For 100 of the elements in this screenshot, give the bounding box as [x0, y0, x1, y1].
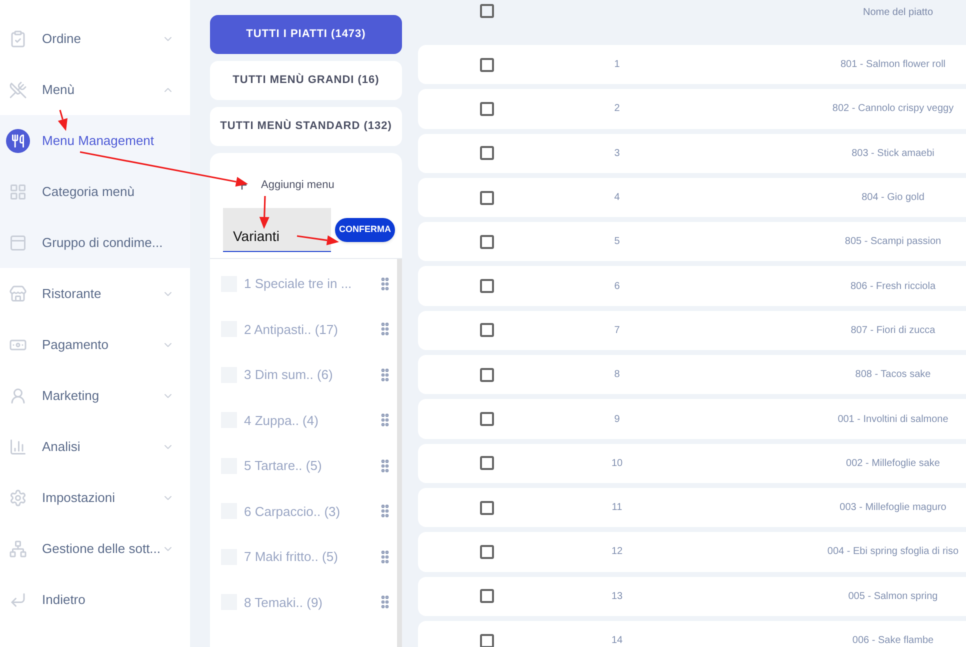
dish-name: 802 - Cannolo crispy veggy	[831, 102, 955, 116]
table-row[interactable]: 4 804 - Gio gold	[418, 178, 966, 218]
sidebar-label: Gestione delle sott...	[42, 540, 162, 558]
menu-label: 2 Antipasti.. (17)	[244, 320, 339, 339]
category-tab[interactable]: TUTTI MENÙ STANDARD (132)	[210, 107, 402, 146]
sidebar-label: Marketing	[42, 386, 100, 405]
checkbox[interactable]	[480, 102, 494, 116]
dish-name: 801 - Salmon flower roll	[839, 58, 947, 72]
row-number: 6	[613, 280, 621, 294]
table-row[interactable]: 2 802 - Cannolo crispy veggy	[418, 89, 966, 129]
panel-icon	[9, 234, 27, 252]
dish-name: 006 - Sake flambe	[851, 634, 935, 647]
sidebar-item[interactable]: Marketing	[0, 370, 190, 421]
column-header: Nome del piatto	[862, 6, 934, 20]
menu-label: 7 Maki fritto.. (5)	[244, 548, 339, 566]
grid-icon	[9, 182, 27, 200]
checkbox[interactable]	[480, 4, 494, 18]
sidebar-item[interactable]: Menù	[0, 64, 190, 115]
sidebar-item[interactable]: Ordine	[0, 13, 190, 64]
menu-label: 3 Dim sum.. (6)	[244, 366, 334, 384]
checkbox[interactable]	[480, 190, 494, 205]
dish-name: 001 - Involtini di salmone	[836, 412, 950, 427]
category-tab[interactable]: TUTTI MENÙ GRANDI (16)	[210, 61, 402, 100]
table-row[interactable]: 12 004 - Ebi spring sfoglia di riso	[418, 532, 966, 572]
menu-label: 5 Tartare.. (5)	[244, 457, 323, 475]
row-number: 5	[613, 235, 621, 250]
row-number: 8	[613, 368, 621, 382]
bar-chart-icon	[9, 438, 27, 456]
table-row[interactable]: 10 002 - Millefoglie sake	[418, 444, 966, 483]
category-tab[interactable]: TUTTI I PIATTI (1473)	[210, 15, 402, 54]
table-row[interactable]: 3 803 - Stick amaebi	[418, 134, 966, 173]
row-number: 4	[613, 191, 621, 206]
menu-list-item[interactable]: 7 Maki fritto.. (5)	[210, 534, 397, 580]
hierarchy-icon	[9, 540, 27, 558]
annotation-arrow	[58, 110, 68, 131]
fork-knife-icon	[6, 128, 30, 152]
fork-spoon-icon	[9, 80, 27, 98]
menu-list-item[interactable]: 4 Zuppa.. (4)	[210, 398, 397, 443]
sidebar-item[interactable]: Categoria menù	[0, 166, 190, 217]
menu-list-item[interactable]: 2 Antipasti.. (17)	[210, 306, 397, 352]
settings-icon	[9, 488, 27, 506]
return-arrow-icon	[9, 590, 27, 608]
table-row[interactable]: 13 005 - Salmon spring	[418, 576, 966, 616]
sidebar-label: Analisi	[42, 438, 82, 456]
row-number: 1	[613, 58, 621, 72]
checkbox[interactable]	[480, 279, 494, 294]
row-number: 10	[610, 456, 624, 471]
checkbox[interactable]	[480, 500, 494, 515]
checkbox[interactable]	[480, 58, 494, 72]
table-row[interactable]: 1 801 - Salmon flower roll	[418, 45, 966, 84]
menu-name-input[interactable]: Varianti	[223, 208, 331, 252]
row-number: 9	[613, 412, 621, 427]
person-icon	[9, 386, 27, 404]
checkbox[interactable]	[480, 412, 494, 426]
checkbox[interactable]	[480, 368, 494, 382]
row-number: 14	[610, 634, 624, 647]
dish-name: 808 - Tacos sake	[854, 368, 932, 382]
confirm-button[interactable]: CONFERMA	[335, 218, 395, 242]
scrollbar[interactable]	[397, 259, 402, 647]
table-row[interactable]: 9 001 - Involtini di salmone	[418, 399, 966, 439]
checkbox[interactable]	[480, 456, 494, 470]
table-row[interactable]: 8 808 - Tacos sake	[418, 355, 966, 394]
dish-name: 005 - Salmon spring	[847, 590, 939, 604]
table-row[interactable]: 11 003 - Millefoglie maguro	[418, 488, 966, 528]
checkbox[interactable]	[480, 634, 494, 647]
checkbox[interactable]	[480, 234, 494, 249]
sidebar-item[interactable]: Analisi	[0, 421, 190, 472]
table-row[interactable]: 14 006 - Sake flambe	[418, 620, 966, 647]
menu-list-item[interactable]: 1 Speciale tre in ...	[210, 261, 397, 306]
row-number: 13	[610, 590, 624, 604]
checkbox[interactable]	[480, 146, 494, 160]
table-row[interactable]: 7 807 - Fiori di zucca	[418, 310, 966, 350]
checkbox[interactable]	[480, 589, 494, 604]
dish-name: 004 - Ebi spring sfoglia di riso	[826, 545, 960, 560]
sidebar-item[interactable]: Ristorante	[0, 268, 190, 319]
dish-name: 807 - Fiori di zucca	[850, 324, 936, 338]
clipboard-check-icon	[9, 30, 27, 48]
menu-list-item[interactable]: 8 Temaki.. (9)	[210, 580, 397, 625]
checkbox[interactable]	[480, 544, 494, 559]
table-row[interactable]: 6 806 - Fresh ricciola	[418, 266, 966, 306]
sidebar-item[interactable]: Menu Management	[0, 115, 190, 166]
sidebar-label: Ordine	[42, 30, 82, 48]
dish-name: 803 - Stick amaebi	[850, 146, 936, 161]
dish-name: 805 - Scampi passion	[844, 235, 942, 250]
dish-name: 804 - Gio gold	[860, 191, 926, 206]
sidebar-item[interactable]: Impostazioni	[0, 472, 190, 523]
menu-list-item[interactable]: 5 Tartare.. (5)	[210, 443, 397, 488]
menu-label: 6 Carpaccio.. (3)	[244, 502, 342, 521]
annotation-arrow	[296, 235, 339, 246]
checkbox[interactable]	[480, 323, 494, 338]
sidebar-item[interactable]: Gruppo di condime...	[0, 217, 190, 268]
menu-list-item[interactable]: 3 Dim sum.. (6)	[210, 352, 397, 398]
sidebar-item[interactable]: Gestione delle sott...	[0, 523, 190, 574]
row-number: 11	[610, 501, 624, 516]
dish-name: 003 - Millefoglie maguro	[838, 501, 948, 516]
row-number: 7	[613, 324, 621, 338]
sidebar-item[interactable]: Pagamento	[0, 319, 190, 370]
sidebar-item[interactable]: Indietro	[0, 574, 190, 625]
menu-list-item[interactable]: 6 Carpaccio.. (3)	[210, 488, 397, 534]
table-row[interactable]: 5 805 - Scampi passion	[418, 222, 966, 262]
